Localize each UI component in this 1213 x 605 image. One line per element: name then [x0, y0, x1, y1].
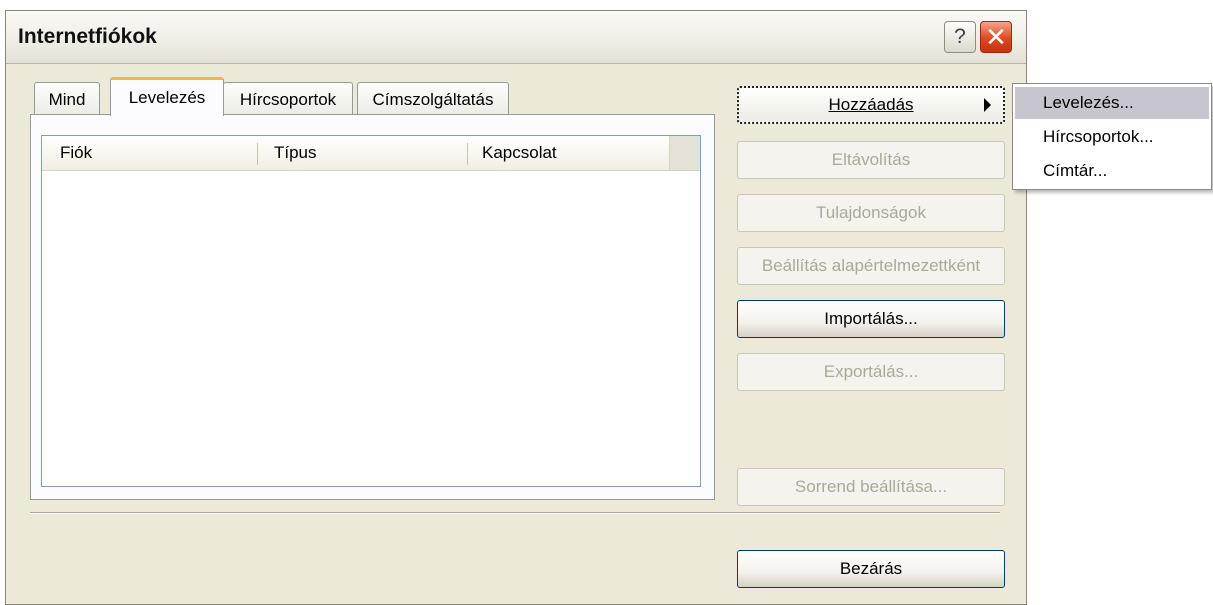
tab-mind[interactable]: Mind	[34, 82, 100, 116]
close-icon: ✕	[985, 21, 1007, 52]
header-filler	[669, 136, 700, 170]
tab-hircsoportok[interactable]: Hírcsoportok	[223, 82, 353, 116]
export-button[interactable]: Exportálás...	[737, 353, 1005, 391]
separator-line	[30, 512, 1000, 514]
add-button[interactable]: Hozzáadás	[737, 86, 1005, 124]
list-header: Fiók Típus Kapcsolat	[42, 136, 700, 171]
close-window-button[interactable]: ✕	[980, 21, 1012, 53]
close-button[interactable]: Bezárás	[737, 550, 1005, 588]
column-divider[interactable]	[467, 143, 468, 165]
help-button[interactable]: ?	[944, 21, 976, 53]
accounts-list[interactable]: Fiók Típus Kapcsolat	[41, 135, 701, 487]
add-button-label: Hozzáadás	[828, 95, 914, 114]
menu-item-directory[interactable]: Címtár...	[1015, 155, 1209, 187]
title-bar[interactable]: Internetfiókok ? ✕	[6, 11, 1026, 64]
menu-item-mail[interactable]: Levelezés...	[1015, 87, 1209, 119]
submenu-arrow-icon	[984, 98, 991, 112]
set-order-button[interactable]: Sorrend beállítása...	[737, 468, 1005, 506]
window-title: Internetfiókok	[18, 25, 157, 48]
column-header-connection[interactable]: Kapcsolat	[482, 136, 557, 170]
tab-cimszolgaltatas[interactable]: Címszolgáltatás	[357, 82, 509, 116]
set-default-button[interactable]: Beállítás alapértelmezettként	[737, 247, 1005, 285]
column-header-type[interactable]: Típus	[274, 136, 317, 170]
tab-panel: Fiók Típus Kapcsolat	[30, 114, 715, 500]
column-divider[interactable]	[257, 143, 258, 165]
column-header-account[interactable]: Fiók	[60, 136, 92, 170]
properties-button[interactable]: Tulajdonságok	[737, 194, 1005, 232]
remove-button[interactable]: Eltávolítás	[737, 141, 1005, 179]
tab-levelezes[interactable]: Levelezés	[110, 77, 224, 116]
import-button[interactable]: Importálás...	[737, 300, 1005, 338]
question-mark-icon: ?	[954, 25, 966, 48]
menu-item-newsgroups[interactable]: Hírcsoportok...	[1015, 121, 1209, 153]
add-submenu: Levelezés... Hírcsoportok... Címtár...	[1012, 83, 1212, 190]
